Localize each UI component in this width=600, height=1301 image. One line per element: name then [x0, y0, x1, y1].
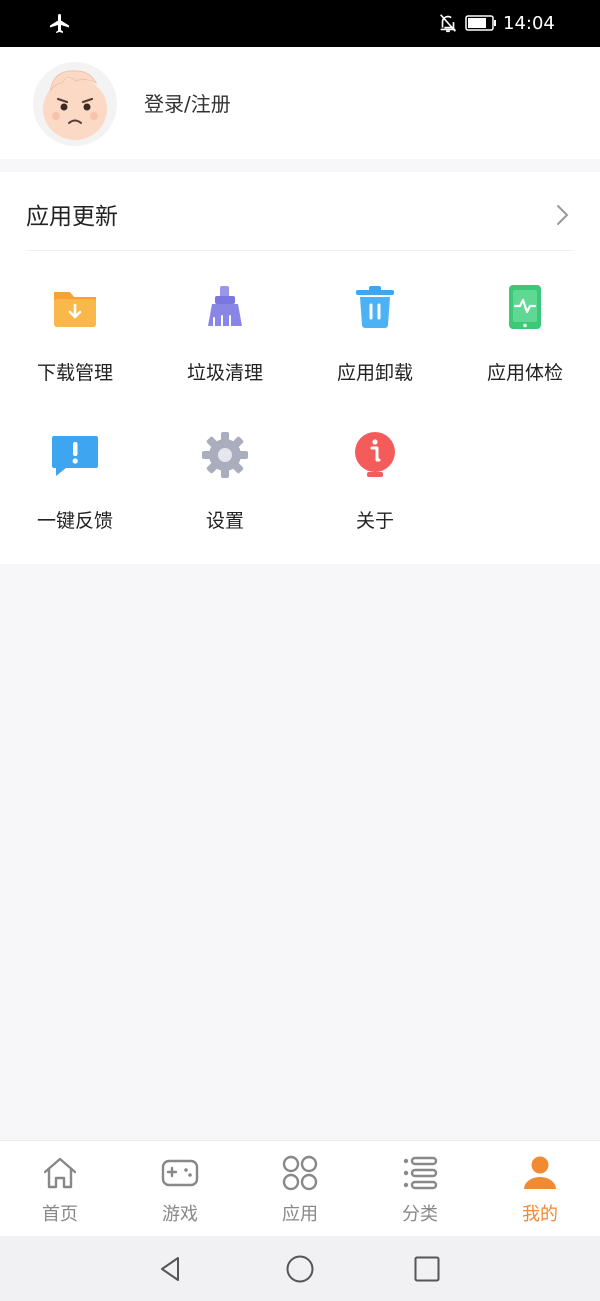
tool-junk-clean[interactable]: 垃圾清理	[150, 282, 300, 412]
tab-categories[interactable]: 分类	[360, 1141, 480, 1237]
system-navigation-bar	[0, 1236, 600, 1301]
airplane-mode-icon	[50, 14, 69, 33]
broom-icon	[208, 286, 242, 327]
tab-mine[interactable]: 我的	[480, 1141, 600, 1237]
avatar-icon[interactable]	[32, 61, 118, 147]
app-update-title[interactable]: 应用更新	[26, 202, 118, 232]
tool-download-manager[interactable]: 下载管理	[0, 282, 150, 412]
status-bar: 14:04	[0, 0, 600, 47]
tool-label: 垃圾清理	[186, 362, 263, 384]
tab-apps[interactable]: 应用	[240, 1141, 360, 1237]
tool-app-health[interactable]: 应用体检	[450, 282, 600, 412]
tool-label: 应用体检	[486, 362, 563, 384]
back-icon[interactable]	[156, 1254, 186, 1284]
tool-label: 关于	[355, 510, 394, 532]
tab-home[interactable]: 首页	[0, 1141, 120, 1237]
divider	[26, 250, 574, 251]
tools-card: 应用更新 下载管理 垃圾清理 应用卸载 应用体检 一键反馈 设置 关于	[0, 172, 600, 564]
login-register-link[interactable]: 登录/注册	[144, 91, 231, 117]
tab-label: 分类	[402, 1204, 438, 1225]
tool-app-uninstall[interactable]: 应用卸载	[300, 282, 450, 412]
person-icon	[524, 1156, 556, 1189]
gear-icon	[202, 432, 248, 478]
trash-icon	[356, 286, 394, 328]
feedback-icon	[52, 436, 98, 476]
tab-label: 首页	[42, 1204, 78, 1225]
profile-header[interactable]: 登录/注册	[0, 47, 600, 159]
battery-icon	[465, 15, 496, 31]
recents-icon[interactable]	[412, 1254, 442, 1284]
tool-feedback[interactable]: 一键反馈	[0, 430, 150, 560]
info-icon	[355, 432, 395, 477]
bottom-tab-bar: 首页 游戏 应用 分类 我的	[0, 1140, 600, 1236]
tool-label: 设置	[205, 510, 244, 532]
chevron-right-icon[interactable]	[552, 202, 574, 228]
home-circle-icon[interactable]	[285, 1254, 315, 1284]
tool-label: 下载管理	[36, 362, 113, 384]
gamepad-icon	[161, 1159, 199, 1187]
tab-games[interactable]: 游戏	[120, 1141, 240, 1237]
tool-settings[interactable]: 设置	[150, 430, 300, 560]
notifications-off-icon	[440, 14, 456, 33]
tool-label: 一键反馈	[36, 510, 113, 532]
download-folder-icon	[54, 292, 96, 327]
tool-label: 应用卸载	[336, 362, 413, 384]
tab-label: 游戏	[162, 1204, 198, 1225]
clock: 14:04	[503, 13, 555, 34]
list-icon	[403, 1156, 438, 1190]
tool-about[interactable]: 关于	[300, 430, 450, 560]
tab-label: 应用	[282, 1204, 318, 1225]
home-icon	[43, 1157, 77, 1189]
health-check-icon	[509, 285, 541, 329]
apps-icon	[282, 1155, 318, 1191]
tab-label: 我的	[522, 1204, 558, 1225]
